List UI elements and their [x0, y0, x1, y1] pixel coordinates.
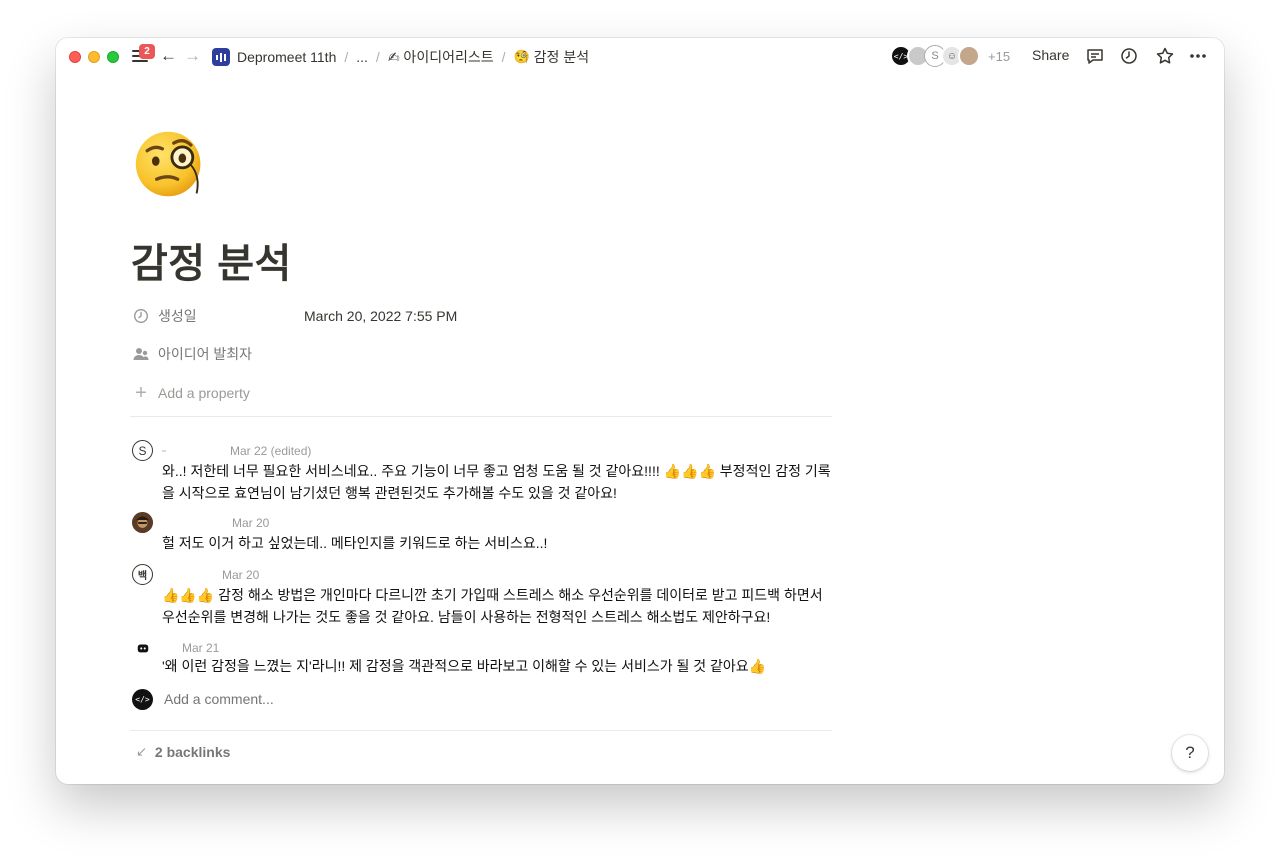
avatar[interactable]: 백 — [132, 564, 153, 585]
more-options-icon[interactable] — [1188, 46, 1208, 66]
zoom-window-button[interactable] — [107, 51, 119, 63]
breadcrumb-ellipsis[interactable]: ... — [356, 49, 368, 65]
page-title[interactable]: 감정 분석 — [131, 238, 292, 290]
share-button[interactable]: Share — [1032, 47, 1069, 63]
comment-header: Mar 21 — [182, 640, 219, 656]
breadcrumb: Depromeet 11th / ... / ✍ 아이디어리스트 / 🧐 감정 … — [212, 47, 589, 67]
comment-icon[interactable] — [1085, 46, 1105, 66]
avatar[interactable] — [132, 637, 153, 658]
comment-text: 와..! 저한테 너무 필요한 서비스네요.. 주요 기능이 너무 좋고 엄청 … — [162, 463, 831, 501]
comment-input[interactable] — [164, 691, 464, 707]
property-label: 아이디어 발최자 — [158, 346, 253, 362]
comment-text: '왜 이런 감정을 느꼈는 지'라니!! 제 감정을 객관적으로 바라보고 이해… — [162, 658, 767, 674]
divider — [130, 730, 832, 731]
property-label: 생성일 — [158, 308, 197, 324]
comment-time: Mar 21 — [182, 641, 220, 655]
notification-badge: 2 — [139, 44, 155, 59]
avatar[interactable] — [132, 512, 153, 533]
clock-icon — [132, 307, 150, 325]
comment-text: 헐 저도 이거 하고 싶었는데.. 메타인지를 키워드로 하는 서비스요..! — [162, 535, 548, 551]
backlinks-label: 2 backlinks — [154, 744, 231, 760]
breadcrumb-workspace[interactable]: Depromeet 11th — [237, 49, 336, 65]
avatar[interactable]: S — [132, 440, 153, 461]
property-idea-author[interactable]: 아이디어 발최자 — [132, 342, 304, 366]
comment-author[interactable] — [162, 450, 166, 452]
forward-arrow-icon[interactable]: → — [184, 46, 201, 66]
minimize-window-button[interactable] — [88, 51, 100, 63]
divider — [130, 416, 832, 417]
plus-icon: + — [135, 382, 147, 404]
comment-text: 👍👍👍 감정 해소 방법은 개인마다 다르니깐 초기 가입때 스트레스 해소 우… — [162, 587, 823, 625]
back-arrow-icon[interactable]: ← — [160, 46, 177, 66]
comment-time: Mar 22 (edited) — [230, 444, 312, 458]
top-bar: 2 ← → Depromeet 11th / ... / ✍ 아이디어리스트 /… — [56, 38, 1224, 74]
close-window-button[interactable] — [69, 51, 81, 63]
property-created-time[interactable]: 생성일 March 20, 2022 7:55 PM — [132, 304, 457, 328]
arrow-down-left-icon: ↙ — [136, 744, 147, 759]
add-property-button[interactable]: + Add a property — [132, 381, 250, 405]
monocle-face-icon: 🧐 — [513, 49, 530, 64]
person-icon — [132, 345, 150, 363]
breadcrumb-parent[interactable]: ✍ 아이디어리스트 — [388, 47, 494, 67]
clock-history-icon[interactable] — [1119, 46, 1139, 66]
backlinks-button[interactable]: ↙ 2 backlinks — [136, 744, 230, 760]
avatar[interactable] — [958, 45, 980, 67]
comment-header: Mar 22 (edited) — [162, 443, 311, 459]
avatar: </> — [132, 688, 153, 710]
breadcrumb-separator: / — [501, 49, 506, 65]
workspace-logo-icon — [212, 48, 230, 66]
help-button[interactable]: ? — [1172, 735, 1208, 771]
add-property-label: Add a property — [158, 385, 250, 401]
app-window: 2 ← → Depromeet 11th / ... / ✍ 아이디어리스트 /… — [56, 38, 1224, 784]
collaborator-avatars[interactable]: </> S ☺ +15 — [890, 45, 1010, 67]
add-comment-row: </> — [132, 688, 464, 710]
comment-header: Mar 20 — [222, 567, 259, 583]
breadcrumb-separator: / — [375, 49, 380, 65]
breadcrumb-current[interactable]: 감정 분석 — [534, 47, 589, 67]
face-with-monocle-icon[interactable] — [132, 126, 208, 202]
comment-header: Mar 20 — [232, 515, 269, 531]
breadcrumb-separator: / — [344, 49, 349, 65]
comment-time: Mar 20 — [222, 568, 260, 582]
property-value: March 20, 2022 7:55 PM — [304, 308, 458, 324]
more-collaborators-count[interactable]: +15 — [988, 49, 1010, 64]
star-icon[interactable] — [1155, 46, 1175, 66]
comment-time: Mar 20 — [232, 516, 270, 530]
